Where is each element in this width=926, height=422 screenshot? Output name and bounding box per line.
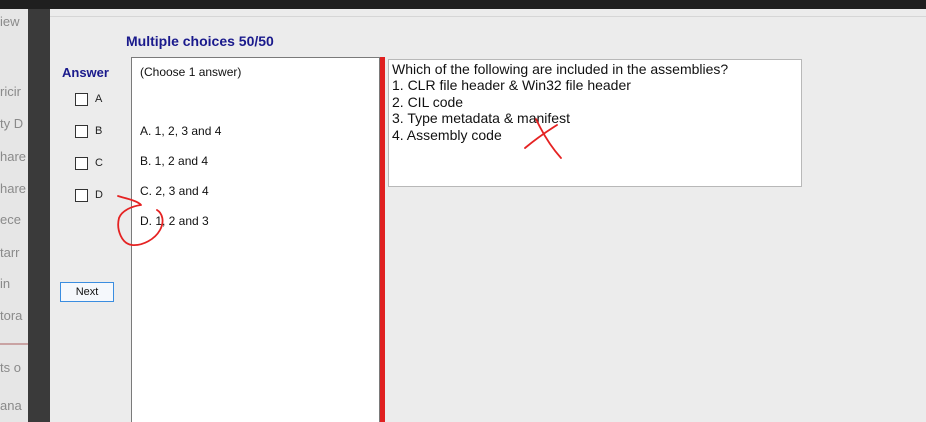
dialog-shadow-edge (28, 9, 50, 422)
question-text: Which of the following are included in t… (392, 61, 729, 77)
sidebar-fragment: tarr (0, 245, 20, 260)
sidebar-fragment: iew (0, 14, 20, 29)
next-button[interactable]: Next (60, 282, 114, 302)
sidebar-fragment: ts o (0, 360, 21, 375)
sidebar-fragment: ece (0, 212, 21, 227)
checkbox-label: C (95, 157, 103, 169)
window-top-bar (0, 0, 926, 9)
checkbox-label: A (95, 93, 103, 105)
answer-checkbox-d[interactable]: D (75, 188, 103, 202)
answer-checkbox-a[interactable]: A (75, 92, 102, 106)
answer-title: Answer (62, 65, 109, 80)
sidebar-fragment: in (0, 276, 11, 291)
choice-option-a: A. 1, 2, 3 and 4 (140, 124, 222, 138)
page-title: Multiple choices 50/50 (126, 33, 274, 49)
choices-panel: (Choose 1 answer) A. 1, 2, 3 and 4 B. 1,… (131, 57, 380, 422)
choices-hint: (Choose 1 answer) (140, 65, 242, 79)
sidebar-fragment: ana (0, 398, 22, 413)
question-statement-3: 3. Type metadata & manifest (392, 110, 570, 126)
sidebar-fragment: hare (0, 149, 27, 164)
background-sidebar: iew ricir ty D hare hare ece tarr in tor… (0, 9, 30, 422)
sidebar-fragment: ricir (0, 84, 21, 99)
sidebar-fragment: hare (0, 181, 27, 196)
choice-option-d: D. 1, 2 and 3 (140, 214, 209, 228)
sidebar-fragment: tora (0, 308, 23, 323)
checkbox-box[interactable] (75, 92, 88, 106)
question-statement-4: 4. Assembly code (392, 127, 502, 143)
question-box: Which of the following are included in t… (388, 59, 802, 187)
dialog-top-border (50, 16, 926, 17)
choice-option-b: B. 1, 2 and 4 (140, 154, 209, 168)
sidebar-fragment: ty D (0, 116, 24, 131)
sidebar-separator (0, 343, 30, 345)
panel-splitter[interactable] (380, 57, 385, 422)
checkbox-label: B (95, 125, 103, 137)
answer-checkbox-b[interactable]: B (75, 124, 102, 138)
checkbox-box[interactable] (75, 156, 88, 170)
checkbox-box[interactable] (75, 124, 88, 138)
question-statement-2: 2. CIL code (392, 94, 464, 110)
question-statement-1: 1. CLR file header & Win32 file header (392, 77, 631, 93)
answer-checkbox-c[interactable]: C (75, 156, 103, 170)
checkbox-label: D (95, 189, 103, 201)
checkbox-box[interactable] (75, 188, 88, 202)
choice-option-c: C. 2, 3 and 4 (140, 184, 209, 198)
